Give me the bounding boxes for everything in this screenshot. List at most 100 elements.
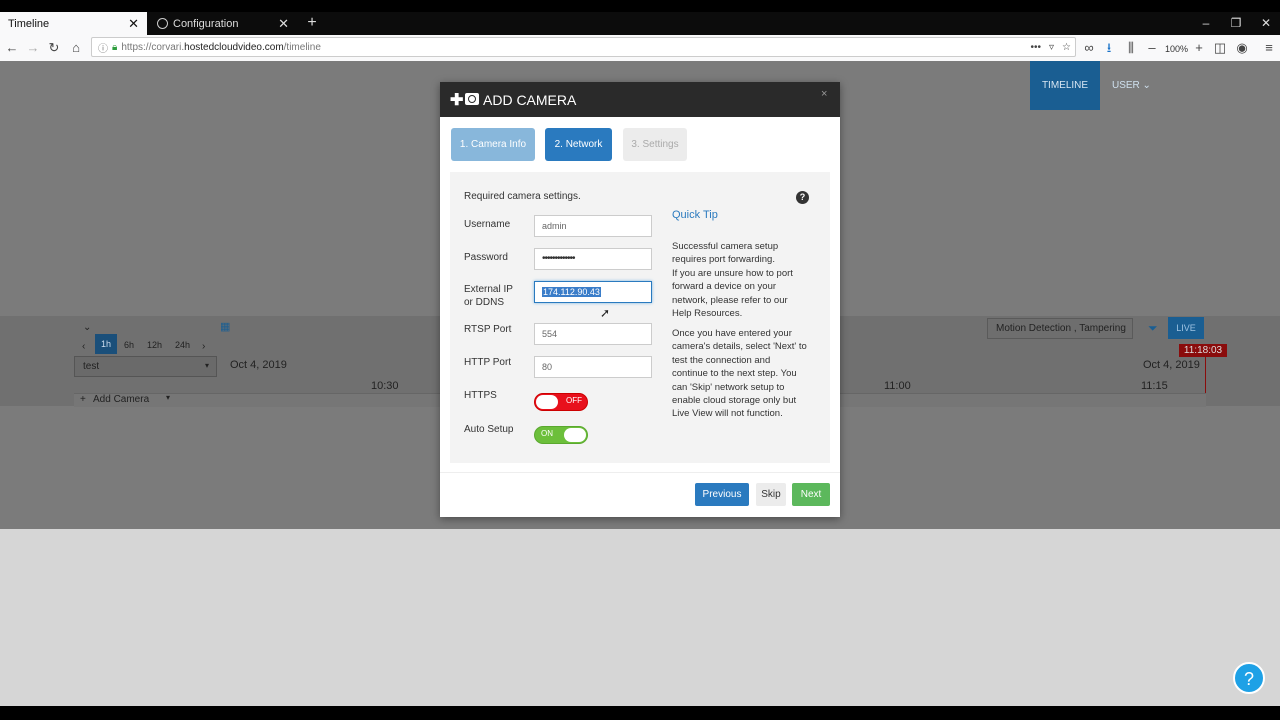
sidebar-icon[interactable]: ◫: [1211, 39, 1229, 57]
home-icon[interactable]: ⌂: [67, 39, 85, 57]
mouse-cursor-icon: ➚: [600, 306, 611, 320]
range-12h[interactable]: 12h: [147, 340, 162, 350]
rtsp-port-label: RTSP Port: [464, 324, 512, 335]
http-port-input[interactable]: 80: [534, 356, 652, 378]
nav-timeline[interactable]: TIMELINE: [1030, 61, 1100, 110]
current-time-badge: 11:18:03: [1179, 344, 1227, 357]
auto-setup-toggle-state: ON: [541, 429, 553, 438]
quick-tip-line: Once you have entered your: [672, 328, 792, 339]
zoom-out-icon[interactable]: –: [1143, 39, 1161, 57]
username-label: Username: [464, 219, 511, 230]
modal-close-icon[interactable]: ×: [821, 88, 827, 100]
step-camera-info[interactable]: 1. Camera Info: [451, 128, 535, 161]
question-icon[interactable]: ?: [796, 191, 809, 204]
help-resources-link[interactable]: Help Resources.: [672, 307, 814, 320]
bottom-bar: [0, 706, 1280, 720]
tab-label: Timeline: [8, 17, 50, 30]
next-range-icon[interactable]: ›: [202, 341, 205, 352]
prev-range-icon[interactable]: ‹: [82, 341, 85, 352]
form-intro: Required camera settings.: [464, 191, 581, 202]
page-actions-icon[interactable]: •••: [1030, 42, 1041, 53]
plus-icon: ✚: [450, 92, 464, 109]
time-tick: 11:00: [884, 380, 911, 392]
external-ip-input[interactable]: 174.112.90.43: [534, 281, 652, 303]
info-icon[interactable]: ⓘ: [98, 40, 108, 55]
quick-tip-line: forward a device on your: [672, 281, 777, 293]
modal-header: ✚ ADD CAMERA ×: [440, 82, 840, 117]
https-toggle[interactable]: OFF: [534, 393, 588, 411]
event-filter-select[interactable]: Motion Detection , Tampering: [987, 318, 1133, 339]
previous-button[interactable]: Previous: [695, 483, 749, 506]
menu-icon[interactable]: ≡: [1260, 39, 1278, 57]
next-button[interactable]: Next: [792, 483, 830, 506]
minimize-icon[interactable]: –: [1192, 12, 1220, 35]
camera-icon: [465, 93, 479, 105]
zoom-in-icon[interactable]: +: [1190, 39, 1208, 57]
toggle-knob: [536, 395, 558, 409]
window-close-icon[interactable]: ✕: [1252, 12, 1280, 35]
download-icon[interactable]: ⭳: [1100, 39, 1118, 57]
caret-down-icon[interactable]: ▾: [166, 393, 170, 402]
quick-tip-line: continue to the next step. You: [672, 368, 797, 380]
quick-tip-para1: Successful camera setup requires port fo…: [672, 240, 814, 320]
mask-icon[interactable]: ∞: [1080, 39, 1098, 57]
footer-divider: [440, 472, 840, 473]
new-tab-icon[interactable]: +: [302, 12, 322, 35]
date-right: Oct 4, 2019: [1143, 359, 1200, 371]
http-port-label: HTTP Port: [464, 357, 512, 368]
tab-timeline[interactable]: Timeline ✕: [0, 12, 147, 35]
quick-tip-line: If you are unsure how to port: [672, 267, 793, 279]
back-icon[interactable]: ←: [3, 39, 21, 57]
forward-icon[interactable]: →: [24, 39, 42, 57]
range-1h[interactable]: 1h: [95, 334, 117, 354]
nav-user-menu[interactable]: USER ⌄: [1112, 61, 1182, 110]
external-ip-label-line1: External IP: [464, 284, 513, 295]
plus-icon: +: [80, 394, 86, 405]
rtsp-port-input[interactable]: 554: [534, 323, 652, 345]
zoom-level[interactable]: 100%: [1165, 44, 1188, 54]
lock-icon: 🔒︎: [112, 41, 118, 53]
skip-button[interactable]: Skip: [756, 483, 786, 506]
auto-setup-label: Auto Setup: [464, 424, 514, 435]
username-input[interactable]: admin: [534, 215, 652, 237]
caret-down-icon: ▾: [205, 361, 210, 370]
date-left: Oct 4, 2019: [230, 359, 287, 371]
pocket-icon[interactable]: ▿: [1049, 42, 1054, 53]
url-bar[interactable]: ⓘ 🔒︎ https://corvari. hostedcloudvideo.co…: [91, 37, 1076, 57]
quick-tip-title: Quick Tip: [672, 209, 718, 221]
toggle-knob: [564, 428, 586, 442]
browser-tab-bar: Timeline ✕ Configuration ✕ + – ❐ ✕: [0, 12, 1280, 35]
help-button[interactable]: ?: [1233, 662, 1265, 694]
add-camera-modal: ✚ ADD CAMERA × 1. Camera Info 2. Network…: [440, 82, 840, 517]
calendar-icon[interactable]: ▦: [220, 320, 230, 333]
camera-select[interactable]: test ▾: [74, 356, 217, 377]
tab-label: Configuration: [173, 17, 239, 30]
quick-tip-line: enable cloud storage only but: [672, 395, 797, 407]
tab-configuration[interactable]: Configuration ✕: [149, 12, 297, 35]
password-label: Password: [464, 252, 508, 263]
step-settings[interactable]: 3. Settings: [623, 128, 687, 161]
external-ip-label: External IP or DDNS: [464, 283, 513, 309]
restore-icon[interactable]: ❐: [1222, 12, 1250, 35]
password-input[interactable]: •••••••••••••: [534, 248, 652, 270]
range-6h[interactable]: 6h: [124, 340, 134, 350]
quick-tip-para2: Once you have entered your camera's deta…: [672, 327, 814, 421]
range-24h[interactable]: 24h: [175, 340, 190, 350]
account-icon[interactable]: ◉: [1233, 39, 1251, 57]
step-network[interactable]: 2. Network: [545, 128, 612, 161]
external-ip-value: 174.112.90.43: [542, 287, 601, 297]
time-tick: 11:15: [1141, 380, 1168, 392]
close-icon[interactable]: ✕: [128, 16, 139, 32]
auto-setup-toggle[interactable]: ON: [534, 426, 588, 444]
quick-tip-line: Successful camera setup: [672, 241, 779, 252]
library-icon[interactable]: ⫼: [1122, 39, 1140, 57]
add-camera-link[interactable]: Add Camera: [93, 394, 149, 405]
reload-icon[interactable]: ↻: [45, 39, 63, 57]
close-icon[interactable]: ✕: [278, 16, 289, 32]
live-button[interactable]: LIVE: [1168, 317, 1204, 339]
bookmark-star-icon[interactable]: ☆: [1062, 42, 1071, 53]
quick-tip-line: network, please refer to our: [672, 294, 788, 306]
filter-icon[interactable]: ⏷: [1148, 321, 1158, 336]
collapse-chevron-icon[interactable]: ⌄: [83, 322, 91, 333]
modal-title: ADD CAMERA: [483, 92, 577, 108]
